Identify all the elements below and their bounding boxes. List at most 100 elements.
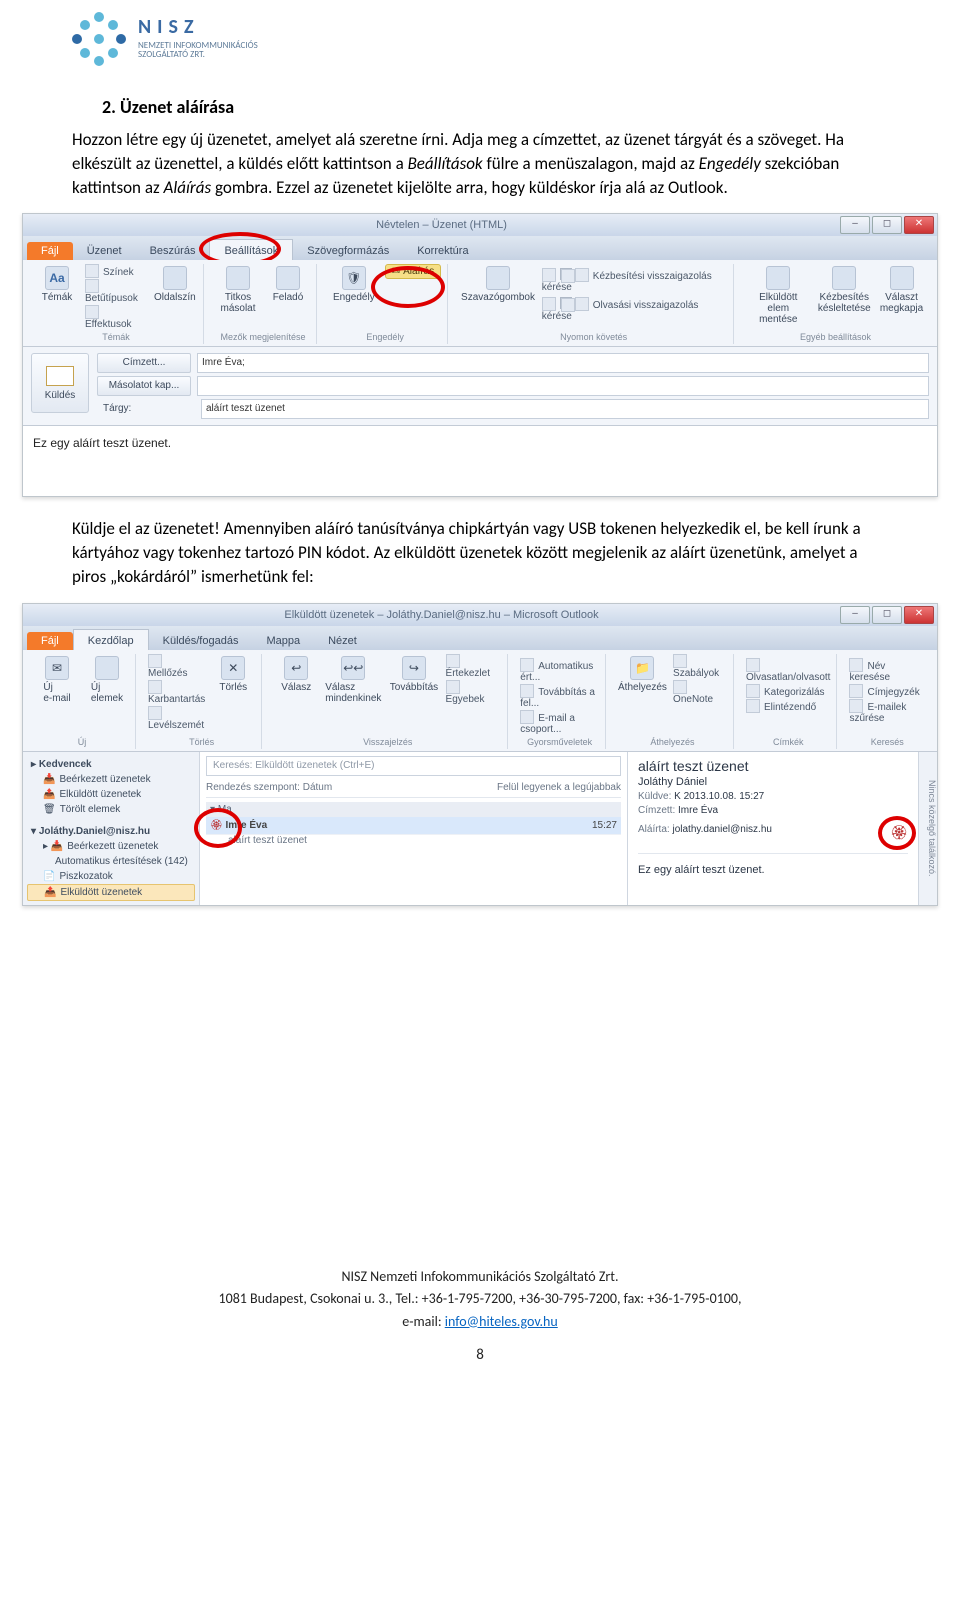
ribbon-tabs: Fájl Üzenet Beszúrás Beállítások Szövegf… — [23, 236, 937, 260]
sort-order[interactable]: Felül legyenek a legújabbak — [497, 782, 621, 793]
minimize-button[interactable]: – — [840, 216, 870, 234]
ignore-button[interactable]: Mellőzés — [148, 654, 205, 679]
reply-icon: ↩ — [284, 656, 308, 680]
cc-field[interactable] — [197, 376, 929, 396]
message-list[interactable]: Keresés: Elküldött üzenetek (Ctrl+E) Ren… — [200, 752, 628, 905]
nav-auto[interactable]: Automatikus értesítések (142) — [27, 854, 195, 869]
nav-drafts[interactable]: 📄 Piszkozatok — [27, 869, 195, 884]
valaszt-megkapja-button[interactable]: Választ megkapja — [878, 264, 925, 316]
delete-button[interactable]: ✕Törlés — [211, 654, 255, 695]
tab-beallitasok[interactable]: Beállítások — [209, 239, 293, 260]
filter-email[interactable]: E-mailek szűrése — [849, 699, 925, 724]
ribbon: Aa Témák Színek Betűtípusok Effektusok O… — [23, 260, 937, 347]
close-button[interactable]: ✕ — [904, 216, 934, 234]
message-row[interactable]: 🏵 Imre Éva 15:27 — [206, 817, 621, 835]
new-email-button[interactable]: ✉Új e-mail — [35, 654, 79, 706]
nav-inbox[interactable]: ▸ 📥 Beérkezett üzenetek — [27, 839, 195, 854]
find-contact[interactable]: Név keresése — [849, 658, 925, 683]
szavazo-button[interactable]: Szavazógombok — [460, 264, 536, 305]
rules-button[interactable]: Szabályok — [673, 654, 727, 679]
todo-bar[interactable]: Nincs közelgő találkozó. — [919, 752, 937, 905]
tab-korrektura[interactable]: Korrektúra — [403, 240, 482, 260]
file-tab[interactable]: Fájl — [27, 242, 73, 260]
nav-favorites[interactable]: ▸ Kedvencek — [27, 756, 195, 772]
junk-button[interactable]: Levélszemét — [148, 706, 205, 731]
unread-button[interactable]: Olvasatlan/olvasott — [746, 658, 831, 683]
kezbesites-kesleltetese-button[interactable]: Kézbesítés késleltetése — [817, 264, 873, 316]
section-heading: 2. Üzenet aláírása — [102, 96, 888, 118]
tab-kezdolap[interactable]: Kezdőlap — [73, 629, 149, 650]
opt-betutipusok[interactable]: Betűtípusok — [85, 279, 147, 304]
window-title-2: Elküldött üzenetek – Joláthy.Daniel@nisz… — [43, 609, 840, 621]
maximize-button-2[interactable]: ◻ — [872, 606, 902, 624]
quick-forward[interactable]: Továbbítás a fel... — [520, 684, 599, 709]
elkuldott-mentese-button[interactable]: Elküldött elem mentése — [746, 264, 810, 327]
message-body[interactable]: Ez egy aláírt teszt üzenet. — [23, 426, 937, 496]
nav-pane[interactable]: ▸ Kedvencek 📥 Beérkezett üzenetek 📤 Elkü… — [23, 752, 200, 905]
footer-line-3: e-mail: info@hiteles.gov.hu — [72, 1311, 888, 1333]
opt-effektusok[interactable]: Effektusok — [85, 305, 147, 330]
chk-kezbesitesi[interactable]: Kézbesítési visszaigazolás kérése — [542, 268, 727, 293]
quick-emailgroup[interactable]: E-mail a csoport... — [520, 710, 599, 735]
reply-all-button[interactable]: ↩↩Válasz mindenkinek — [324, 654, 382, 706]
forward-button[interactable]: ↪Továbbítás — [388, 654, 439, 695]
tab-beszuras[interactable]: Beszúrás — [136, 240, 210, 260]
day-header: ▾ Ma — [206, 802, 621, 817]
opt-szinek[interactable]: Színek — [85, 264, 147, 278]
nav-account[interactable]: ▾ Joláthy.Daniel@nisz.hu — [27, 823, 195, 839]
onenote-button[interactable]: OneNote — [673, 680, 727, 705]
maximize-button[interactable]: ◻ — [872, 216, 902, 234]
page-header: NISZ NEMZETI INFOKOMMUNIKÁCIÓS SZOLGÁLTA… — [72, 10, 888, 66]
page-number: 8 — [72, 1343, 888, 1367]
temak-button[interactable]: Aa Témák — [35, 264, 79, 305]
file-tab-2[interactable]: Fájl — [27, 632, 73, 650]
move-button[interactable]: 📁Áthelyezés — [618, 654, 667, 695]
sort-by[interactable]: Rendezés szempont: Dátum — [206, 782, 332, 793]
minimize-button-2[interactable]: – — [840, 606, 870, 624]
alairas-button[interactable]: ✉Aláírás — [385, 264, 442, 279]
cc-button[interactable]: Másolatot kap... — [97, 376, 191, 396]
subject-label: Tárgy: — [97, 400, 195, 418]
group-mezok: Titkos másolat Feladó Mezők megjelenítés… — [210, 264, 317, 344]
signature-rosette-icon-preview: 🏵 — [890, 824, 908, 841]
address-book[interactable]: Címjegyzék — [849, 684, 925, 698]
screenshot-compose: Névtelen – Üzenet (HTML) – ◻ ✕ Fájl Üzen… — [22, 213, 938, 497]
temak-options: Színek Betűtípusok Effektusok — [85, 264, 147, 330]
search-input[interactable]: Keresés: Elküldött üzenetek (Ctrl+E) — [206, 756, 621, 776]
italic-engedely: Engedély — [699, 153, 761, 174]
send-button[interactable]: Küldés — [31, 353, 89, 413]
tab-nezet[interactable]: Nézet — [314, 630, 371, 650]
felado-button[interactable]: Feladó — [266, 264, 310, 305]
more-button[interactable]: Egyebek — [446, 680, 502, 705]
oldalszin-button[interactable]: Oldalszín — [153, 264, 197, 305]
nav-deleted-fav[interactable]: 🗑 Törölt elemek — [27, 802, 195, 817]
reply-button[interactable]: ↩Válasz — [274, 654, 318, 695]
engedely-button[interactable]: 🛡Engedély — [329, 264, 379, 305]
nav-inbox-fav[interactable]: 📥 Beérkezett üzenetek — [27, 772, 195, 787]
footer-email-link[interactable]: info@hiteles.gov.hu — [445, 1313, 558, 1330]
titkos-button[interactable]: Titkos másolat — [216, 264, 260, 316]
compose-header: Küldés Címzett... Imre Éva; Másolatot ka… — [23, 347, 937, 426]
quick-auto[interactable]: Automatikus ért... — [520, 658, 599, 683]
subject-field[interactable]: aláírt teszt üzenet — [201, 399, 929, 419]
meeting-button[interactable]: Értekezlet — [446, 654, 502, 679]
tab-uzenet[interactable]: Üzenet — [73, 240, 136, 260]
group-label-temak: Témák — [35, 332, 197, 342]
categorize-button[interactable]: Kategorizálás — [746, 684, 831, 698]
close-button-2[interactable]: ✕ — [904, 606, 934, 624]
group-temak: Aa Témák Színek Betűtípusok Effektusok O… — [29, 264, 204, 344]
to-button[interactable]: Címzett... — [97, 353, 191, 373]
new-items-button[interactable]: Új elemek — [85, 654, 129, 706]
nav-sent-fav[interactable]: 📤 Elküldött üzenetek — [27, 787, 195, 802]
cleanup-button[interactable]: Karbantartás — [148, 680, 205, 705]
tab-szovegformazas[interactable]: Szövegformázás — [293, 240, 403, 260]
tab-kuldes[interactable]: Küldés/fogadás — [149, 630, 253, 650]
bcc-icon — [226, 266, 250, 290]
to-field[interactable]: Imre Éva; — [197, 353, 929, 373]
permission-icon: 🛡 — [342, 266, 366, 290]
tab-mappa[interactable]: Mappa — [252, 630, 314, 650]
nav-sent-selected[interactable]: 📤 Elküldött üzenetek — [27, 884, 195, 901]
chk-olvasasi[interactable]: Olvasási visszaigazolás kérése — [542, 297, 727, 322]
followup-button[interactable]: Elintézendő — [746, 699, 831, 713]
p1-b: fülre a menüszalagon, majd az — [483, 153, 699, 174]
